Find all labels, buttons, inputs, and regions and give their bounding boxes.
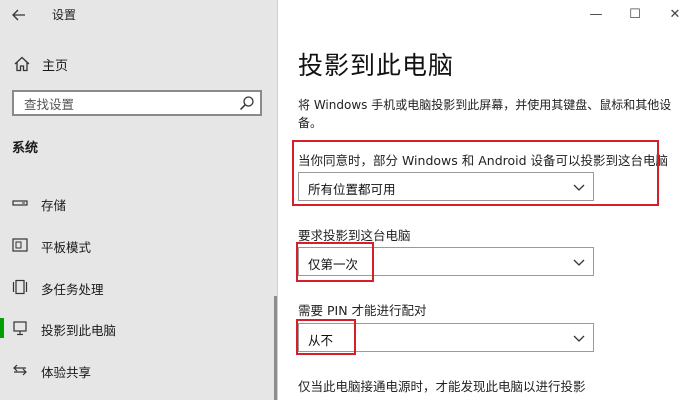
home-icon [14, 56, 30, 72]
storage-icon [12, 200, 28, 206]
dropdown-value: 从不 [308, 333, 334, 348]
ask-to-project-dropdown[interactable]: 仅第一次 [298, 247, 594, 276]
sidebar-item-label: 存储 [41, 198, 67, 213]
dropdown-value: 所有位置都可用 [308, 182, 396, 197]
app-title: 设置 [52, 8, 77, 22]
section-title: 系统 [12, 141, 39, 156]
home-label: 主页 [42, 59, 69, 74]
maximize-button[interactable]: ☐ [620, 5, 650, 25]
sidebar-item-project-to-pc[interactable]: 投影到此电脑 [0, 313, 277, 343]
pane-divider [277, 0, 278, 400]
dropdown-value: 仅第一次 [308, 257, 359, 272]
sidebar-item-shared-experiences[interactable]: 体验共享 [0, 355, 277, 385]
search-input[interactable] [22, 94, 226, 114]
sidebar-item-storage[interactable]: 存储 [0, 188, 277, 218]
back-button[interactable] [8, 4, 30, 26]
active-indicator [0, 318, 4, 338]
availability-dropdown[interactable]: 所有位置都可用 [298, 172, 594, 201]
chevron-down-icon [573, 259, 585, 266]
sidebar-item-label: 平板模式 [41, 240, 92, 255]
sidebar-item-label: 多任务处理 [41, 282, 104, 297]
sidebar: 设置 主页 系统 存储 平板模式 多任务处 [0, 0, 277, 400]
close-button[interactable]: ✕ [660, 5, 690, 25]
ask-to-project-label: 要求投影到这台电脑 [298, 228, 411, 243]
sidebar-item-label: 投影到此电脑 [41, 323, 117, 338]
availability-label: 当你同意时，部分 Windows 和 Android 设备可以投影到这台电脑 [298, 153, 669, 168]
page-title: 投影到此电脑 [298, 51, 455, 80]
shared-experiences-icon [13, 364, 27, 376]
minimize-button[interactable]: — [581, 5, 611, 25]
project-to-pc-icon [13, 321, 27, 336]
close-icon: ✕ [669, 7, 681, 22]
title-bar: 设置 [0, 0, 277, 30]
home-nav-item[interactable]: 主页 [0, 50, 277, 78]
chevron-down-icon [573, 184, 585, 191]
sidebar-item-label: 体验共享 [41, 365, 92, 380]
back-arrow-icon [12, 9, 25, 21]
page-description: 将 Windows 手机或电脑投影到此屏幕，并使用其键盘、鼠标和其他设备。 [298, 98, 672, 130]
tablet-mode-icon [12, 238, 28, 252]
pin-pairing-label: 需要 PIN 才能进行配对 [298, 303, 427, 318]
pin-pairing-dropdown[interactable]: 从不 [298, 323, 594, 352]
minimize-icon: — [589, 7, 603, 22]
search-box[interactable] [12, 90, 262, 116]
multitasking-icon [12, 279, 28, 295]
search-icon[interactable] [239, 95, 255, 111]
sidebar-item-multitasking[interactable]: 多任务处理 [0, 272, 277, 302]
chevron-down-icon [573, 335, 585, 342]
power-only-label: 仅当此电脑接通电源时，才能发现此电脑以进行投影 [298, 379, 586, 394]
maximize-icon: ☐ [629, 7, 641, 22]
sidebar-item-tablet-mode[interactable]: 平板模式 [0, 230, 277, 260]
